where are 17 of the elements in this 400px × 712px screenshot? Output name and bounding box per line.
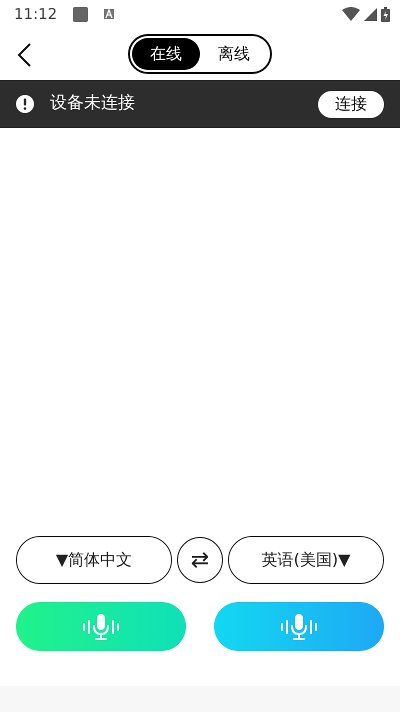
source-language-button[interactable]: ▼简体中文 <box>16 536 172 584</box>
microphone-button[interactable] <box>16 602 186 651</box>
wifi-icon <box>342 7 360 21</box>
swap-button[interactable]: ⇄ <box>177 537 223 583</box>
microphone-button[interactable] <box>214 602 384 651</box>
battery-icon <box>381 6 390 22</box>
font-notification-icon <box>104 9 114 19</box>
target-language-button[interactable]: 英语(美国)▼ <box>228 536 384 584</box>
banner-message: 设备未连接 <box>50 92 135 116</box>
warning-icon <box>16 95 34 113</box>
microphone-icon <box>280 612 318 640</box>
connect-button[interactable]: 连接 <box>318 90 384 118</box>
app-notification-icon <box>73 6 88 22</box>
signal-icon <box>364 8 377 20</box>
status-time: 11:12 <box>14 4 58 25</box>
mode-tab[interactable]: 在线 <box>132 38 200 70</box>
microphone-icon <box>82 612 120 640</box>
